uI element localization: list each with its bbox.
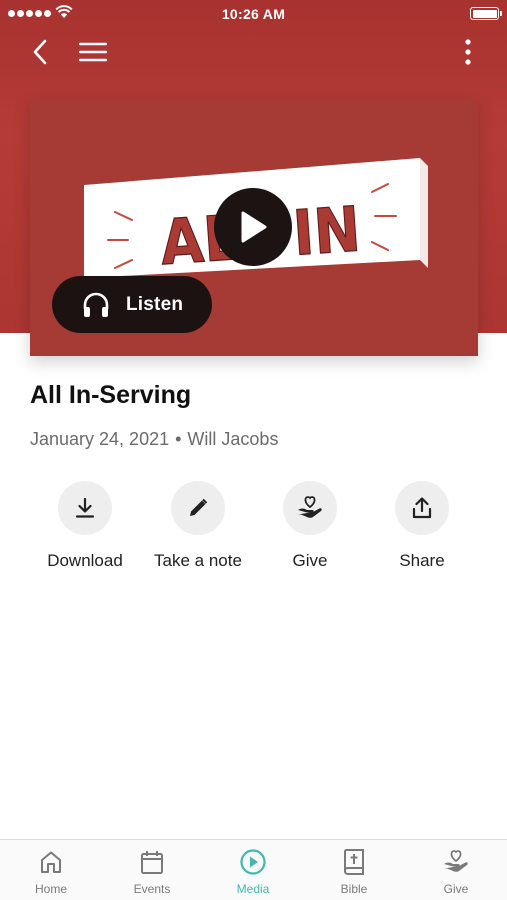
media-artwork-card[interactable]: ALL IN Listen xyxy=(30,100,478,356)
share-label: Share xyxy=(399,551,445,570)
sermon-meta: January 24, 2021 • Will Jacobs xyxy=(30,429,278,450)
tab-media-label: Media xyxy=(236,882,270,896)
take-a-note-button[interactable]: Take a note xyxy=(138,481,258,571)
tab-give[interactable]: Give xyxy=(416,848,496,896)
tab-events-label: Events xyxy=(133,882,171,896)
chevron-left-icon xyxy=(33,39,47,65)
heart-hand-icon xyxy=(442,848,470,876)
play-icon xyxy=(241,211,267,243)
status-bar: 10:26 AM xyxy=(0,0,507,28)
tab-home[interactable]: Home xyxy=(11,848,91,896)
heart-hand-icon xyxy=(298,496,322,518)
pencil-icon xyxy=(190,498,208,516)
sermon-speaker: Will Jacobs xyxy=(187,429,279,449)
status-time: 10:26 AM xyxy=(221,6,286,22)
meta-separator: • xyxy=(175,429,182,449)
tab-bible[interactable]: Bible xyxy=(314,848,394,896)
listen-label: Listen xyxy=(126,293,184,315)
sermon-title: All In-Serving xyxy=(30,381,192,409)
back-button[interactable] xyxy=(22,34,58,70)
more-vertical-icon xyxy=(465,39,471,65)
tab-media[interactable]: Media xyxy=(213,848,293,896)
share-circle xyxy=(395,481,449,535)
menu-button[interactable] xyxy=(74,34,112,70)
tab-give-label: Give xyxy=(443,882,469,896)
bible-icon xyxy=(340,848,368,876)
download-icon xyxy=(75,497,95,518)
share-button[interactable]: Share xyxy=(362,481,482,571)
take-a-note-label: Take a note xyxy=(154,551,242,570)
sermon-date: January 24, 2021 xyxy=(30,429,170,449)
home-icon xyxy=(37,848,65,876)
battery-icon xyxy=(470,7,502,20)
give-label: Give xyxy=(292,551,328,570)
share-icon xyxy=(412,497,432,519)
give-circle xyxy=(283,481,337,535)
play-circle-icon xyxy=(239,848,267,876)
headphones-icon xyxy=(82,291,110,319)
note-circle xyxy=(171,481,225,535)
tab-home-label: Home xyxy=(34,882,67,896)
tab-events[interactable]: Events xyxy=(112,848,192,896)
give-button[interactable]: Give xyxy=(250,481,370,571)
listen-button[interactable]: Listen xyxy=(52,276,212,333)
bottom-tab-bar: Home Events Media Bible Give xyxy=(0,839,507,900)
download-button[interactable]: Download xyxy=(25,481,145,571)
download-circle xyxy=(58,481,112,535)
hamburger-icon xyxy=(79,42,107,62)
tab-bible-label: Bible xyxy=(340,882,368,896)
calendar-icon xyxy=(138,848,166,876)
play-button[interactable] xyxy=(214,188,292,266)
download-label: Download xyxy=(47,551,123,570)
more-options-button[interactable] xyxy=(452,34,484,70)
